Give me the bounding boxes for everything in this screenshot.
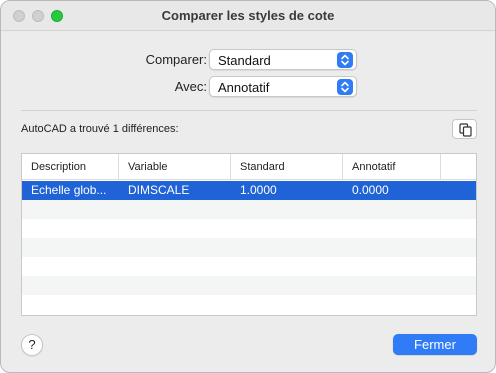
- table-row[interactable]: Echelle glob... DIMSCALE 1.0000 0.0000: [22, 181, 476, 200]
- divider: [21, 110, 477, 111]
- compare-popup[interactable]: Standard: [209, 48, 357, 70]
- cell-standard: 1.0000: [240, 183, 277, 197]
- empty-row: [22, 276, 476, 295]
- with-label: Avec:: [174, 78, 207, 94]
- empty-row: [22, 219, 476, 238]
- cell-description: Echelle glob...: [31, 183, 107, 197]
- with-row: Avec: Annotatif: [1, 75, 495, 97]
- compare-popup-value: Standard: [218, 52, 271, 68]
- column-header-standard[interactable]: Standard: [231, 154, 343, 180]
- copy-to-clipboard-button[interactable]: [452, 119, 477, 139]
- empty-row: [22, 257, 476, 276]
- help-button[interactable]: ?: [21, 334, 43, 356]
- window-title: Comparer les styles de cote: [161, 8, 335, 23]
- compare-label: Comparer:: [145, 51, 207, 67]
- table-header: Description Variable Standard Annotatif: [22, 154, 476, 180]
- compare-row: Comparer: Standard: [1, 48, 495, 70]
- column-header-variable[interactable]: Variable: [119, 154, 231, 180]
- titlebar: Comparer les styles de cote: [1, 1, 495, 31]
- compare-dimstyles-dialog: Comparer les styles de cote Comparer: St…: [0, 0, 496, 373]
- cell-annotatif: 0.0000: [352, 183, 389, 197]
- updown-chevron-icon: [337, 51, 353, 68]
- differences-table: Description Variable Standard Annotatif …: [21, 153, 477, 316]
- copy-clipboard-icon: [459, 123, 472, 137]
- results-summary: AutoCAD a trouvé 1 différences:: [21, 123, 179, 135]
- column-header-description[interactable]: Description: [22, 154, 119, 180]
- cell-variable: DIMSCALE: [128, 183, 190, 197]
- empty-row: [22, 295, 476, 314]
- empty-row: [22, 238, 476, 257]
- updown-chevron-icon: [337, 78, 353, 95]
- empty-row: [22, 200, 476, 219]
- close-button[interactable]: Fermer: [393, 334, 477, 355]
- column-header-annotatif[interactable]: Annotatif: [343, 154, 441, 180]
- with-popup[interactable]: Annotatif: [209, 75, 357, 97]
- with-popup-value: Annotatif: [218, 79, 270, 95]
